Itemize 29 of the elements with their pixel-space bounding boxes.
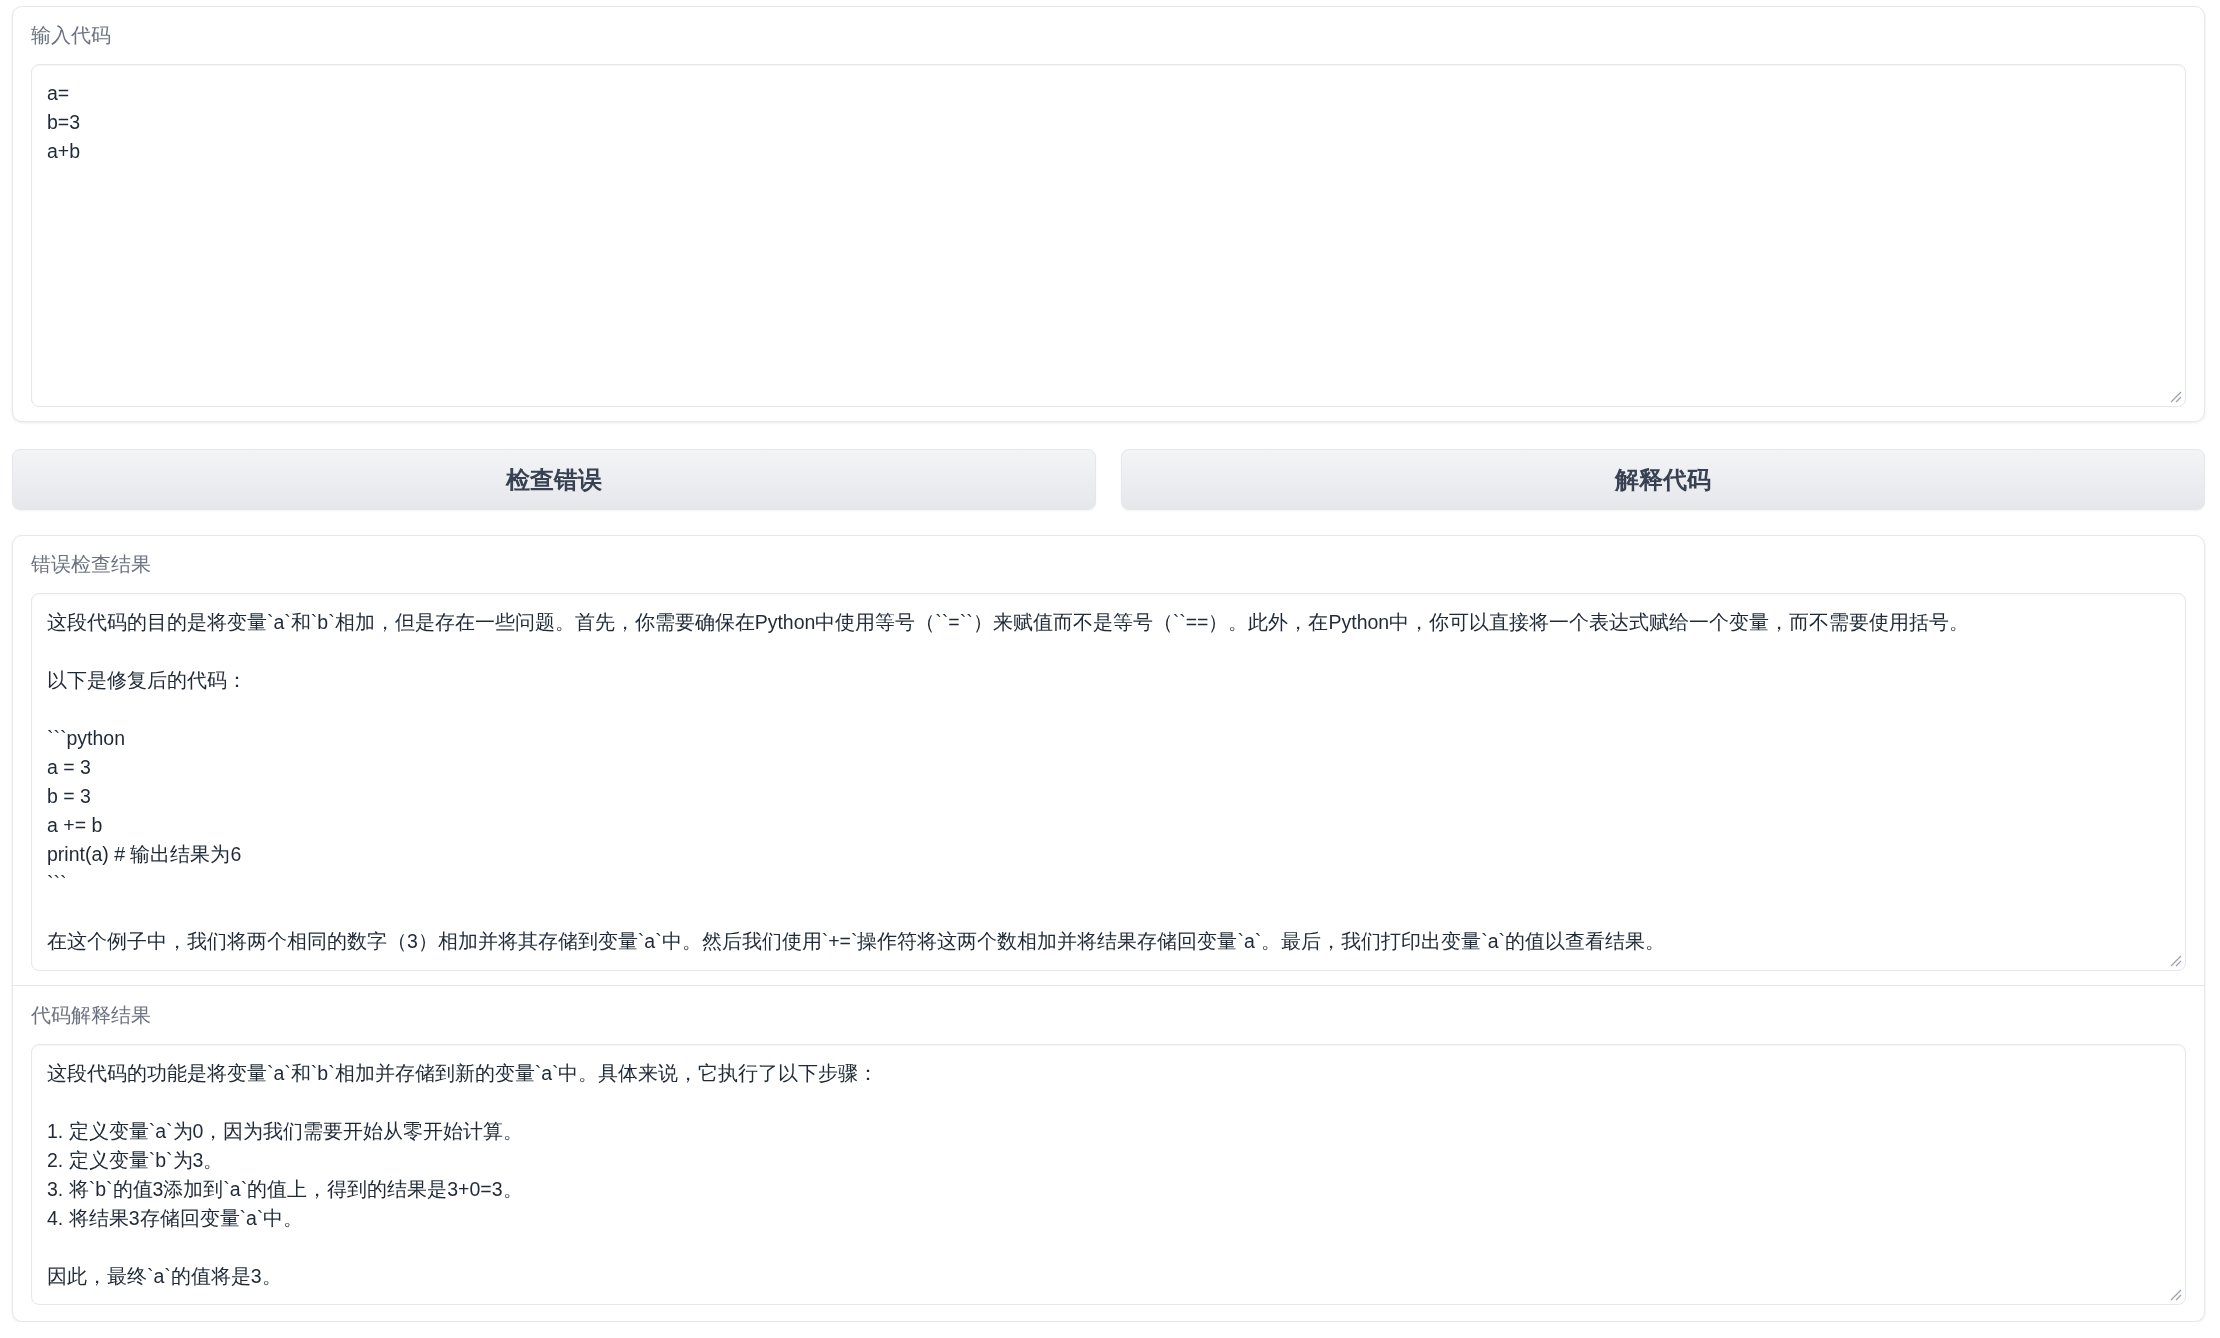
text-line: 3. 将`b`的值3添加到`a`的值上，得到的结果是3+0=3。 [47, 1177, 523, 1202]
text-line: 因此，最终`a`的值将是3。 [47, 1264, 282, 1289]
text-line: ``` [47, 871, 67, 896]
text-line: a += b [47, 813, 103, 838]
text-line: 4. 将结果3存储回变量`a`中。 [47, 1206, 304, 1231]
text-line: 这段代码的目的是将变量`a`和`b`相加，但是存在一些问题。首先，你需要确保在Python中使用等号（``=``）来赋值而不是等号（``==）。此外，在Python中，你可以直接将一个表达式赋给一个变量，而不需要使用括号。 [47, 610, 1970, 635]
text-line: 1. 定义变量`a`为0，因为我们需要开始从零开始计算。 [47, 1119, 524, 1144]
panel-label: 输入代码 [31, 23, 111, 48]
text-line: 在这个例子中，我们将两个相同的数字（3）相加并将其存储到变量`a`中。然后我们使用`+=`操作符将这两个数相加并将结果存储回变量`a`。最后，我们打印出变量`a`的值以查看结果。 [47, 929, 1666, 954]
panel-label: 错误检查结果 [31, 552, 151, 577]
text-line: b = 3 [47, 784, 91, 809]
text-line: print(a) # 输出结果为6 [47, 842, 242, 867]
text-line: a = 3 [47, 755, 91, 780]
resize-handle-icon[interactable] [2170, 1289, 2182, 1301]
code-input-field[interactable]: a= b=3 a+b [31, 64, 2186, 407]
action-button[interactable]: 检查错误 [12, 449, 1096, 510]
panel-label: 代码解释结果 [31, 1003, 151, 1028]
resize-handle-icon[interactable] [2170, 391, 2182, 403]
text-line: 以下是修复后的代码： [47, 668, 247, 693]
text-line: 这段代码的功能是将变量`a`和`b`相加并存储到新的变量`a`中。具体来说，它执行了以下步骤： [47, 1061, 879, 1086]
text-line: a+b [47, 139, 81, 164]
text-line: 2. 定义变量`b`为3。 [47, 1148, 224, 1173]
text-line: b=3 [47, 110, 81, 135]
text-line: a= [47, 81, 70, 106]
resize-handle-icon[interactable] [2170, 955, 2182, 967]
action-button[interactable]: 解释代码 [1121, 449, 2205, 510]
text-line: ```python [47, 726, 126, 751]
error-check-output-field[interactable] [31, 593, 2186, 971]
explanation-output-field[interactable]: 这段代码的功能是将变量`a`和`b`相加并存储到新的变量`a`中。具体来说，它执行了以下步骤： 1. 定义变量`a`为0，因为我们需要开始从零开始计算。 2. 定义变量`b`为3。 3. 将`b`的值3添加到`a`的值上，得到的结果是3+0=3。 4. 将结果3存储回变量`a`中。 因此，最终`a`的值将是3。 [31, 1044, 2186, 1305]
